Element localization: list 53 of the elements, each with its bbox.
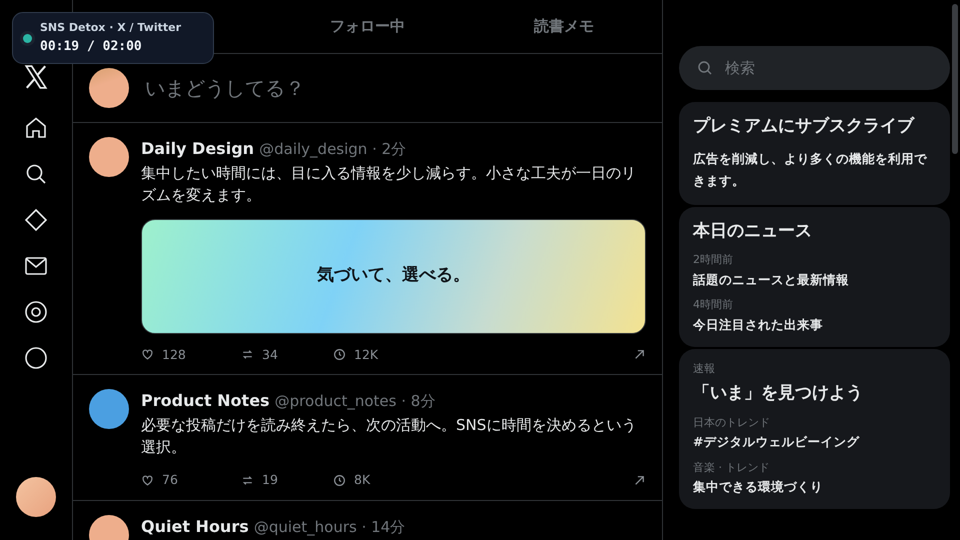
search-field[interactable]: 検索 <box>679 46 950 90</box>
target-icon[interactable] <box>24 300 48 324</box>
card-title: プレミアムにサブスクライブ <box>693 115 916 138</box>
search-icon <box>697 60 713 76</box>
trend-topic[interactable]: #デジタルウェルビーイング <box>693 433 936 452</box>
post-text: 必要な投稿だけを読み終えたら、次の活動へ。SNSに時間を決めるという選択。 <box>141 415 638 458</box>
card-label: 速報 <box>693 360 716 376</box>
card-title: 「いま」を見つけよう <box>693 382 864 405</box>
author-name: Daily Design <box>141 139 254 158</box>
home-icon[interactable] <box>24 116 48 140</box>
compose-field[interactable]: いまどうしてる？ <box>143 72 646 104</box>
heart-icon[interactable] <box>141 474 154 487</box>
x-logo-icon[interactable] <box>23 64 49 90</box>
author-handle: @daily_design · 2分 <box>259 140 406 158</box>
author-handle: @product_notes · 8分 <box>274 392 436 410</box>
news-headline[interactable]: 話題のニュースと最新情報 <box>693 270 936 290</box>
tab[interactable]: フォロー中 <box>269 0 466 53</box>
tab[interactable]: 読書メモ <box>466 0 662 53</box>
mail-icon[interactable] <box>24 254 48 278</box>
timer-title: SNS Detox · X / Twitter <box>40 20 182 36</box>
scrollbar[interactable] <box>952 4 958 154</box>
timer-time: 00:19 / 02:00 <box>40 38 143 56</box>
trend-category: 音楽 · トレンド <box>693 460 770 476</box>
repost-icon[interactable] <box>241 474 254 487</box>
count-label: 8K <box>354 470 370 489</box>
card-title: 本日のニュース <box>693 220 813 242</box>
card-text: 広告を削減し、より多くの機能を利用できます。 <box>693 150 928 190</box>
count-label: 12K <box>354 346 378 364</box>
author-name: Quiet Hours <box>141 516 249 536</box>
count-label: 76 <box>162 470 178 489</box>
clock-icon[interactable] <box>333 348 346 362</box>
diamond-icon[interactable] <box>24 208 48 232</box>
news-headline[interactable]: 今日注目された出来事 <box>693 316 936 334</box>
count-label: 34 <box>262 346 278 364</box>
trend-category: 日本のトレンド <box>693 414 771 430</box>
card-text: 気づいて、選べる。 <box>317 264 470 288</box>
count-label: 128 <box>162 346 186 364</box>
circle-icon[interactable] <box>24 346 48 370</box>
user-avatar <box>89 68 129 108</box>
repost-icon[interactable] <box>241 348 254 362</box>
author-handle: @quiet_hours · 14分 <box>254 518 406 536</box>
profile-avatar[interactable] <box>16 477 56 517</box>
search-icon[interactable] <box>24 162 48 186</box>
clock-icon[interactable] <box>333 474 346 487</box>
count-label: 19 <box>262 470 278 489</box>
heart-icon[interactable] <box>141 348 154 362</box>
news-time: 2時間前 <box>693 252 734 268</box>
share-arrow-icon[interactable] <box>633 474 646 487</box>
post-text: 集中したい時間には、目に入る情報を少し減らす。小さな工夫が一日のリズムを変えます。 <box>141 163 637 206</box>
author-name: Product Notes <box>141 391 270 410</box>
trend-topic[interactable]: 集中できる環境づくり <box>693 478 936 497</box>
news-time: 4時間前 <box>693 297 734 314</box>
share-arrow-icon[interactable] <box>633 348 646 362</box>
